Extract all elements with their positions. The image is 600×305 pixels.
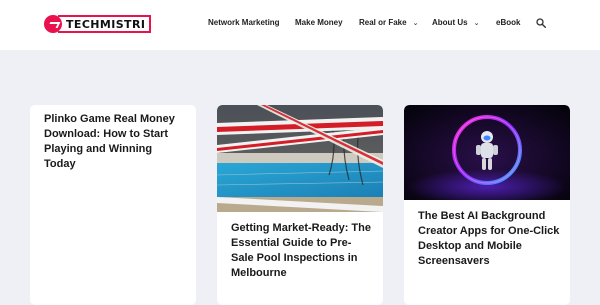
search-icon[interactable] (536, 18, 546, 28)
nav-item-real-or-fake[interactable]: Real or Fake ⌄ (359, 18, 418, 27)
post-title[interactable]: Plinko Game Real Money Download: How to … (44, 112, 186, 172)
site-header: TECHMISTRI Network Marketing Make Money … (0, 0, 600, 50)
astronaut-neon-ring-image[interactable] (404, 105, 570, 200)
post-title[interactable]: The Best AI Background Creator Apps for … (418, 209, 560, 269)
pool-danger-tape-image[interactable] (217, 105, 383, 212)
chevron-down-icon: ⌄ (473, 19, 480, 27)
post-card[interactable]: Getting Market-Ready: The Essential Guid… (217, 105, 383, 305)
chevron-down-icon: ⌄ (412, 19, 419, 27)
nav-item-network-marketing[interactable]: Network Marketing (208, 18, 280, 27)
site-logo[interactable]: TECHMISTRI (44, 14, 152, 34)
post-card[interactable]: The Best AI Background Creator Apps for … (404, 105, 570, 305)
logo-mark-icon (44, 15, 62, 33)
nav-item-about-us[interactable]: About Us ⌄ (432, 18, 479, 27)
post-card[interactable]: Plinko Game Real Money Download: How to … (30, 105, 196, 305)
post-title[interactable]: Getting Market-Ready: The Essential Guid… (231, 221, 373, 281)
logo-text: TECHMISTRI (66, 17, 146, 31)
nav-item-ebook[interactable]: eBook (496, 18, 520, 27)
nav-item-make-money[interactable]: Make Money (295, 18, 343, 27)
